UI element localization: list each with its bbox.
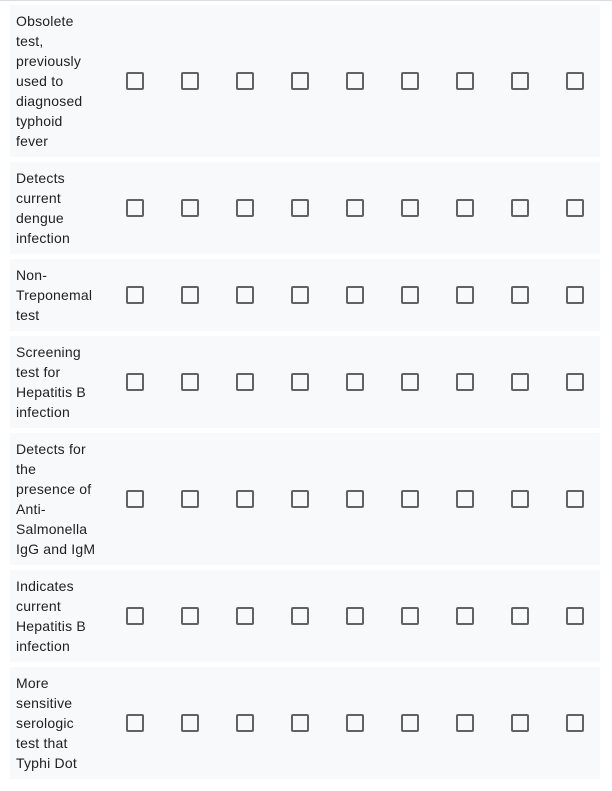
checkbox[interactable] [401, 714, 419, 732]
checkbox[interactable] [566, 286, 584, 304]
checkbox[interactable] [126, 607, 144, 625]
checkbox[interactable] [181, 607, 199, 625]
checkbox[interactable] [566, 714, 584, 732]
checkbox[interactable] [511, 286, 529, 304]
grid-row: Obsolete test, previously used to diagnosed t… [10, 5, 600, 157]
checkbox[interactable] [566, 373, 584, 391]
checkbox[interactable] [511, 72, 529, 90]
checkbox[interactable] [181, 199, 199, 217]
checkbox[interactable] [346, 490, 364, 508]
checkbox[interactable] [346, 714, 364, 732]
checkbox[interactable] [236, 714, 254, 732]
checkbox[interactable] [401, 373, 419, 391]
checkbox[interactable] [236, 72, 254, 90]
checkbox[interactable] [566, 72, 584, 90]
checkbox[interactable] [456, 373, 474, 391]
checkbox[interactable] [181, 373, 199, 391]
grid-row: Detects for the presence of Anti- Salmonella… [10, 433, 600, 565]
checkbox[interactable] [511, 199, 529, 217]
row-checkboxes [10, 433, 600, 565]
checkbox[interactable] [566, 199, 584, 217]
checkbox[interactable] [291, 373, 309, 391]
checkbox[interactable] [181, 714, 199, 732]
checkbox[interactable] [346, 607, 364, 625]
checkbox[interactable] [346, 199, 364, 217]
checkbox[interactable] [456, 714, 474, 732]
checkbox[interactable] [236, 490, 254, 508]
checkbox[interactable] [126, 286, 144, 304]
checkbox[interactable] [456, 286, 474, 304]
checkbox[interactable] [291, 490, 309, 508]
checkbox[interactable] [456, 490, 474, 508]
checkbox[interactable] [511, 607, 529, 625]
checkbox[interactable] [346, 286, 364, 304]
checkbox[interactable] [291, 607, 309, 625]
checkbox[interactable] [511, 373, 529, 391]
checkbox[interactable] [126, 714, 144, 732]
checkbox[interactable] [291, 72, 309, 90]
checkbox[interactable] [291, 714, 309, 732]
row-checkboxes [10, 162, 600, 254]
checkbox[interactable] [291, 199, 309, 217]
checkbox[interactable] [126, 373, 144, 391]
checkbox[interactable] [181, 490, 199, 508]
checkbox[interactable] [401, 607, 419, 625]
checkbox[interactable] [401, 72, 419, 90]
checkbox[interactable] [401, 490, 419, 508]
checkbox[interactable] [511, 490, 529, 508]
checkbox[interactable] [401, 199, 419, 217]
checkbox[interactable] [456, 607, 474, 625]
checkbox[interactable] [291, 286, 309, 304]
checkbox[interactable] [511, 714, 529, 732]
checkbox[interactable] [126, 490, 144, 508]
row-checkboxes [10, 5, 600, 157]
grid-row: More sensitive serologic test that Typhi Dot [10, 667, 600, 779]
row-checkboxes [10, 336, 600, 428]
checkbox[interactable] [346, 373, 364, 391]
checkbox[interactable] [566, 490, 584, 508]
checkbox[interactable] [236, 286, 254, 304]
grid-row: Detects current dengue infection [10, 162, 600, 254]
checkbox[interactable] [126, 199, 144, 217]
row-checkboxes [10, 570, 600, 662]
checkbox-grid-question: Obsolete test, previously used to diagnosed t… [10, 5, 600, 784]
grid-row: Non- Treponemal test [10, 259, 600, 331]
row-checkboxes [10, 667, 600, 779]
checkbox[interactable] [181, 72, 199, 90]
top-divider [0, 0, 612, 1]
grid-row: Indicates current Hepatitis Binfection [10, 570, 600, 662]
checkbox[interactable] [236, 373, 254, 391]
grid-row: Screening test for Hepatitis Binfection [10, 336, 600, 428]
checkbox[interactable] [346, 72, 364, 90]
checkbox[interactable] [236, 607, 254, 625]
checkbox[interactable] [126, 72, 144, 90]
checkbox[interactable] [236, 199, 254, 217]
checkbox[interactable] [181, 286, 199, 304]
checkbox[interactable] [401, 286, 419, 304]
checkbox[interactable] [566, 607, 584, 625]
checkbox[interactable] [456, 199, 474, 217]
checkbox[interactable] [456, 72, 474, 90]
row-checkboxes [10, 259, 600, 331]
